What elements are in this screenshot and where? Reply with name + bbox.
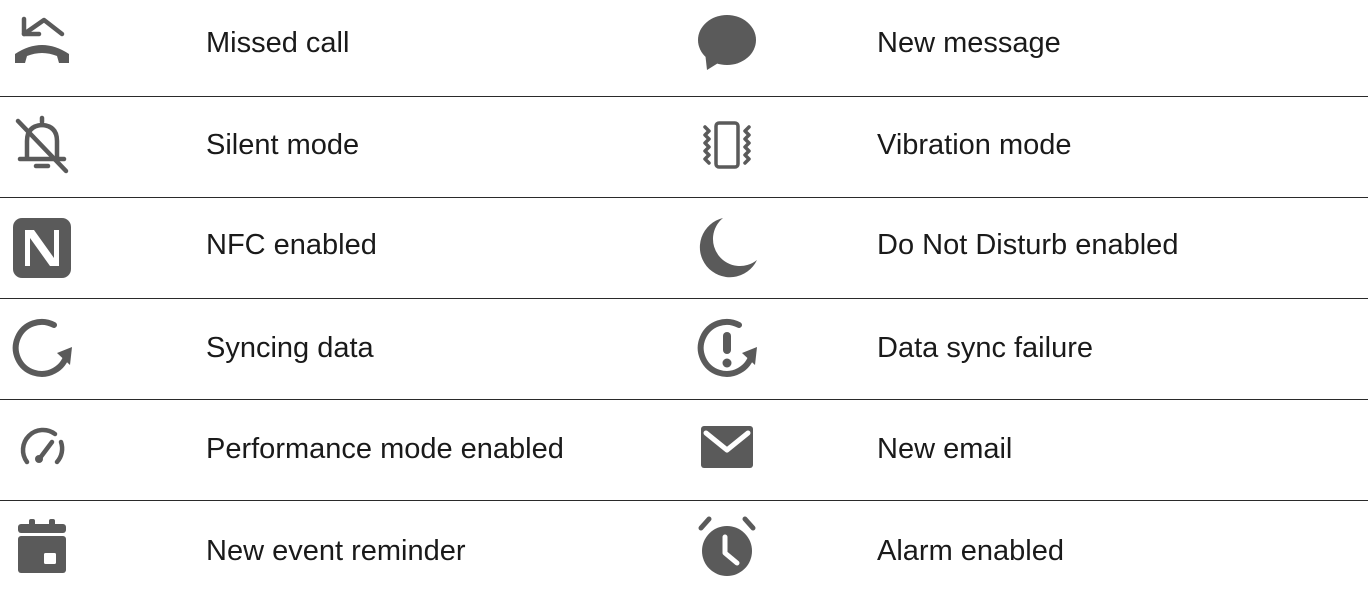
- sync-failure-icon: [695, 317, 759, 381]
- table-row: NFC enabled Do Not Disturb enabled: [0, 198, 1368, 299]
- row-label: Missed call: [206, 27, 350, 59]
- vibration-icon: [695, 113, 759, 177]
- row-label: Syncing data: [206, 332, 374, 364]
- row-label: New event reminder: [206, 535, 466, 567]
- table-row: Missed call New message: [0, 0, 1368, 97]
- table-row: Performance mode enabled New email: [0, 400, 1368, 501]
- sync-icon: [10, 317, 74, 381]
- row-label: Do Not Disturb enabled: [877, 229, 1179, 261]
- row-label: Performance mode enabled: [206, 433, 564, 465]
- row-label: Vibration mode: [877, 129, 1072, 161]
- alarm-clock-icon: [695, 515, 759, 579]
- row-label: Alarm enabled: [877, 535, 1064, 567]
- bell-off-icon: [10, 113, 74, 177]
- calendar-icon: [10, 515, 74, 579]
- row-label: Silent mode: [206, 129, 360, 161]
- row-label: Data sync failure: [877, 332, 1093, 364]
- table-row: Silent mode Vibration mode: [0, 97, 1368, 198]
- missed-call-icon: [10, 12, 74, 76]
- icon-legend-table: Missed call New message Silent mode Vibr…: [0, 0, 1368, 601]
- row-label: New message: [877, 27, 1061, 59]
- table-row: New event reminder Alarm enabled: [0, 501, 1368, 601]
- row-label: NFC enabled: [206, 229, 377, 261]
- row-label: New email: [877, 433, 1013, 465]
- message-bubble-icon: [695, 12, 759, 76]
- speedometer-icon: [10, 416, 74, 480]
- moon-icon: [695, 216, 759, 280]
- table-row: Syncing data Data sync failure: [0, 299, 1368, 400]
- envelope-icon: [695, 416, 759, 480]
- nfc-icon: [10, 216, 74, 280]
